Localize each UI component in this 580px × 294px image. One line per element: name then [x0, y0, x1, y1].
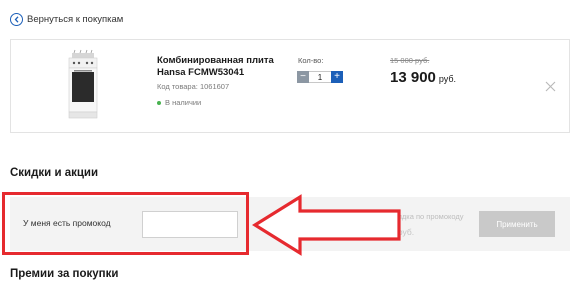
product-sku: Код товара: 1061607	[157, 82, 230, 91]
discounts-section-title: Скидки и акции	[10, 167, 99, 179]
cart-item: Комбинированная плита Hansa FCMW53041 Ко…	[10, 39, 570, 133]
bonus-section-title: Премии за покупки	[10, 268, 119, 280]
stove-image[interactable]	[66, 49, 100, 119]
back-link-label: Вернуться к покупкам	[27, 13, 124, 25]
quantity-stepper: − 1 +	[297, 70, 343, 83]
price: 13 900 руб.	[390, 69, 456, 86]
stock-label: В наличии	[165, 98, 202, 107]
increase-quantity-button[interactable]: +	[331, 70, 343, 83]
old-price: 15 000 руб.	[390, 56, 430, 65]
quantity-input[interactable]: 1	[309, 70, 331, 83]
price-value: 13 900	[390, 69, 436, 86]
chevron-left-icon	[10, 12, 23, 26]
decrease-quantity-button[interactable]: −	[297, 70, 309, 83]
product-name[interactable]: Комбинированная плита Hansa FCMW53041	[157, 55, 275, 79]
in-stock-dot-icon	[157, 100, 161, 105]
price-currency: руб.	[438, 74, 457, 84]
back-to-shopping-link[interactable]: Вернуться к покупкам	[10, 12, 123, 26]
promo-highlight-frame	[2, 192, 249, 255]
quantity-label: Кол-во:	[298, 56, 324, 65]
stock-status: В наличии	[157, 98, 201, 107]
apply-promo-button[interactable]: Применить	[479, 211, 555, 237]
close-icon[interactable]	[545, 81, 556, 92]
annotation-arrow-icon	[252, 194, 401, 256]
